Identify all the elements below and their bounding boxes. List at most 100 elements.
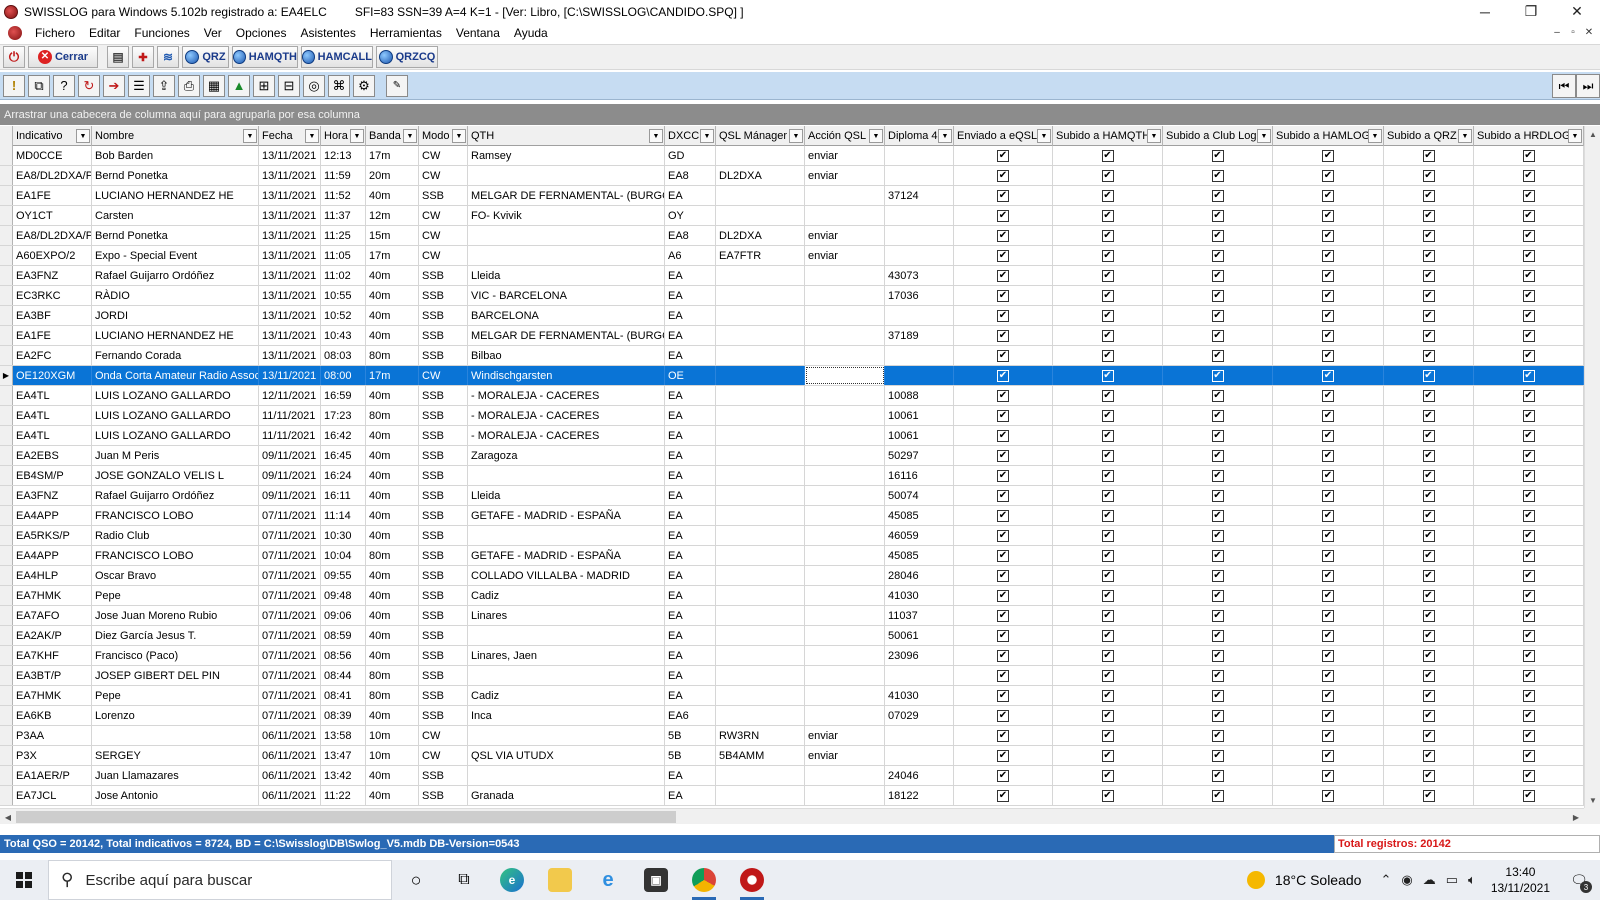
- checkbox-cell[interactable]: ✔: [1163, 246, 1273, 265]
- checkbox-cell[interactable]: ✔: [1384, 166, 1474, 185]
- row-indicator[interactable]: [0, 186, 13, 205]
- checkbox-cell[interactable]: ✔: [954, 486, 1053, 505]
- checked-checkbox-icon[interactable]: ✔: [1211, 709, 1224, 722]
- table-cell[interactable]: [885, 666, 954, 685]
- checkbox-cell[interactable]: ✔: [1384, 766, 1474, 785]
- checked-checkbox-icon[interactable]: ✔: [1422, 589, 1435, 602]
- checked-checkbox-icon[interactable]: ✔: [1422, 349, 1435, 362]
- checked-checkbox-icon[interactable]: ✔: [1422, 469, 1435, 482]
- table-cell[interactable]: enviar: [805, 746, 885, 765]
- column-filter-dropdown-icon[interactable]: ▼: [403, 129, 417, 143]
- checkbox-cell[interactable]: ✔: [1163, 346, 1273, 365]
- table-cell[interactable]: EA4APP: [13, 546, 92, 565]
- table-cell[interactable]: 5B: [665, 726, 716, 745]
- table-cell[interactable]: [716, 686, 805, 705]
- table-cell[interactable]: EA8/DL2DXA/P: [13, 166, 92, 185]
- checkbox-cell[interactable]: ✔: [1474, 506, 1584, 525]
- checkbox-cell[interactable]: ✔: [1163, 786, 1273, 805]
- table-cell[interactable]: [716, 146, 805, 165]
- checkbox-cell[interactable]: ✔: [1474, 706, 1584, 725]
- checkbox-cell[interactable]: ✔: [1053, 426, 1163, 445]
- table-cell[interactable]: [716, 646, 805, 665]
- table-cell[interactable]: [805, 706, 885, 725]
- checkbox-cell[interactable]: ✔: [1474, 426, 1584, 445]
- column-filter-dropdown-icon[interactable]: ▼: [305, 129, 319, 143]
- qsl-button[interactable]: ✚: [132, 46, 154, 68]
- table-cell[interactable]: 41030: [885, 586, 954, 605]
- table-cell[interactable]: 11:37: [321, 206, 366, 225]
- checkbox-cell[interactable]: ✔: [1163, 166, 1273, 185]
- table-cell[interactable]: 10m: [366, 746, 419, 765]
- table-row[interactable]: EA4HLP Oscar Bravo 07/11/2021 09:55 40m SSB CO…: [0, 566, 1584, 586]
- table-cell[interactable]: [716, 186, 805, 205]
- print-log-button[interactable]: ⎙: [178, 74, 200, 97]
- table-cell[interactable]: [805, 786, 885, 805]
- table-cell[interactable]: MELGAR DE FERNAMENTAL- (BURGOS: [468, 326, 665, 345]
- checked-checkbox-icon[interactable]: ✔: [997, 469, 1009, 482]
- table-cell[interactable]: SSB: [419, 766, 468, 785]
- table-cell[interactable]: [805, 266, 885, 285]
- checked-checkbox-icon[interactable]: ✔: [1422, 309, 1435, 322]
- table-cell[interactable]: QSL VIA UTUDX: [468, 746, 665, 765]
- checkbox-cell[interactable]: ✔: [1273, 426, 1384, 445]
- table-cell[interactable]: VIC - BARCELONA: [468, 286, 665, 305]
- checkbox-cell[interactable]: ✔: [1163, 606, 1273, 625]
- checked-checkbox-icon[interactable]: ✔: [1211, 269, 1224, 282]
- table-cell[interactable]: DL2DXA: [716, 166, 805, 185]
- checkbox-cell[interactable]: ✔: [1053, 526, 1163, 545]
- checked-checkbox-icon[interactable]: ✔: [1322, 309, 1334, 322]
- table-cell[interactable]: 40m: [366, 386, 419, 405]
- table-cell[interactable]: 50074: [885, 486, 954, 505]
- table-cell[interactable]: Francisco (Paco): [92, 646, 259, 665]
- table-cell[interactable]: [468, 726, 665, 745]
- table-cell[interactable]: 12:13: [321, 146, 366, 165]
- checkbox-cell[interactable]: ✔: [1163, 586, 1273, 605]
- checked-checkbox-icon[interactable]: ✔: [1211, 569, 1224, 582]
- checkbox-cell[interactable]: ✔: [1474, 206, 1584, 225]
- table-cell[interactable]: [885, 346, 954, 365]
- table-cell[interactable]: 17036: [885, 286, 954, 305]
- table-cell[interactable]: [805, 606, 885, 625]
- checked-checkbox-icon[interactable]: ✔: [1322, 249, 1334, 262]
- table-cell[interactable]: 10:52: [321, 306, 366, 325]
- checkbox-cell[interactable]: ✔: [1384, 606, 1474, 625]
- checkbox-cell[interactable]: ✔: [1474, 346, 1584, 365]
- checked-checkbox-icon[interactable]: ✔: [1322, 529, 1334, 542]
- checkbox-cell[interactable]: ✔: [1163, 306, 1273, 325]
- checked-checkbox-icon[interactable]: ✔: [1422, 529, 1435, 542]
- table-cell[interactable]: [716, 546, 805, 565]
- checkbox-cell[interactable]: ✔: [1163, 566, 1273, 585]
- checked-checkbox-icon[interactable]: ✔: [1522, 769, 1535, 782]
- table-cell[interactable]: EA4TL: [13, 406, 92, 425]
- table-cell[interactable]: 16116: [885, 466, 954, 485]
- table-row[interactable]: EA7HMK Pepe 07/11/2021 09:48 40m SSB Cadiz EA 41…: [0, 586, 1584, 606]
- menu-asistentes[interactable]: Asistentes: [293, 26, 362, 40]
- checked-checkbox-icon[interactable]: ✔: [1522, 169, 1535, 182]
- column-header[interactable]: Banda ▼: [366, 126, 419, 146]
- table-cell[interactable]: enviar: [805, 226, 885, 245]
- horizontal-scrollbar[interactable]: ◀ ▶: [0, 808, 1584, 824]
- table-cell[interactable]: CW: [419, 246, 468, 265]
- checkbox-cell[interactable]: ✔: [1053, 746, 1163, 765]
- table-cell[interactable]: EA8/DL2DXA/P: [13, 226, 92, 245]
- table-cell[interactable]: 17:23: [321, 406, 366, 425]
- table-cell[interactable]: 45085: [885, 546, 954, 565]
- checkbox-cell[interactable]: ✔: [1384, 446, 1474, 465]
- row-indicator[interactable]: [0, 286, 13, 305]
- checked-checkbox-icon[interactable]: ✔: [1422, 749, 1435, 762]
- table-cell[interactable]: Carsten: [92, 206, 259, 225]
- table-cell[interactable]: 08:56: [321, 646, 366, 665]
- table-cell[interactable]: SSB: [419, 426, 468, 445]
- checkbox-cell[interactable]: ✔: [1273, 546, 1384, 565]
- checkbox-cell[interactable]: ✔: [1273, 266, 1384, 285]
- table-cell[interactable]: LUCIANO HERNANDEZ HE: [92, 186, 259, 205]
- checked-checkbox-icon[interactable]: ✔: [1522, 349, 1535, 362]
- table-cell[interactable]: EA4TL: [13, 426, 92, 445]
- checked-checkbox-icon[interactable]: ✔: [1211, 789, 1224, 802]
- checkbox-cell[interactable]: ✔: [1163, 326, 1273, 345]
- checked-checkbox-icon[interactable]: ✔: [1422, 509, 1435, 522]
- table-cell[interactable]: EA: [665, 566, 716, 585]
- table-cell[interactable]: Linares: [468, 606, 665, 625]
- checked-checkbox-icon[interactable]: ✔: [1101, 149, 1114, 162]
- table-cell[interactable]: EA: [665, 186, 716, 205]
